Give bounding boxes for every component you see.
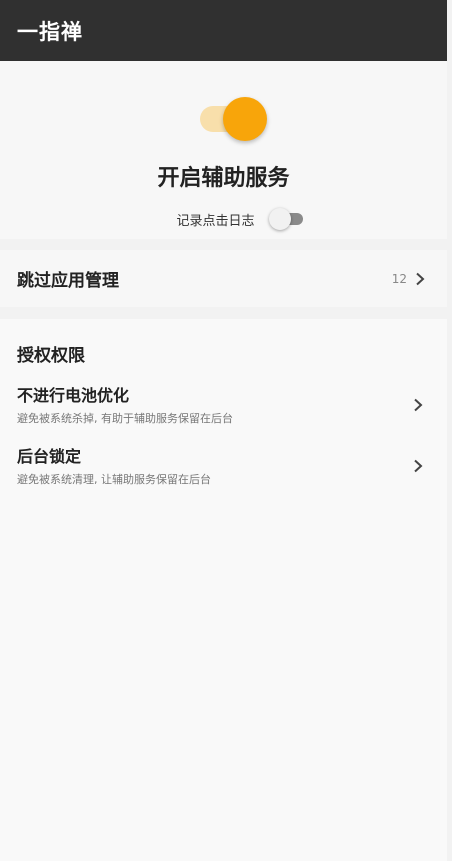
permissions-title: 授权权限 [17,346,85,366]
background-lock-item[interactable]: 后台锁定 避免被系统清理, 让辅助服务保留在后台 [0,443,447,495]
chevron-right-icon [416,272,425,285]
item-desc: 避免被系统清理, 让辅助服务保留在后台 [17,473,211,486]
service-title: 开启辅助服务 [157,166,290,191]
item-desc: 避免被系统杀掉, 有助于辅助服务保留在后台 [17,412,233,425]
service-toggle-thumb [223,97,267,141]
log-toggle[interactable] [268,208,305,230]
skip-app-management-row[interactable]: 跳过应用管理 12 [0,250,447,307]
log-row: 记录点击日志 [0,207,447,231]
chevron-right-icon [414,398,423,412]
battery-optimization-item[interactable]: 不进行电池优化 避免被系统杀掉, 有助于辅助服务保留在后台 [0,382,447,434]
log-toggle-thumb [268,208,291,230]
item-title: 后台锁定 [17,447,82,466]
app-screen: 一指禅 开启辅助服务 记录点击日志 跳过应用管理 12 授权权限 不进行电池优化… [0,0,447,861]
log-label: 记录点击日志 [176,213,255,229]
service-toggle[interactable] [197,97,271,141]
app-header: 一指禅 [0,0,447,61]
app-title: 一指禅 [17,19,83,44]
chevron-right-icon [414,459,423,473]
skip-label: 跳过应用管理 [17,271,119,291]
service-card: 开启辅助服务 记录点击日志 [0,61,447,239]
permissions-card: 授权权限 不进行电池优化 避免被系统杀掉, 有助于辅助服务保留在后台 后台锁定 … [0,319,447,861]
skip-count: 12 [391,271,407,286]
item-title: 不进行电池优化 [17,386,130,405]
